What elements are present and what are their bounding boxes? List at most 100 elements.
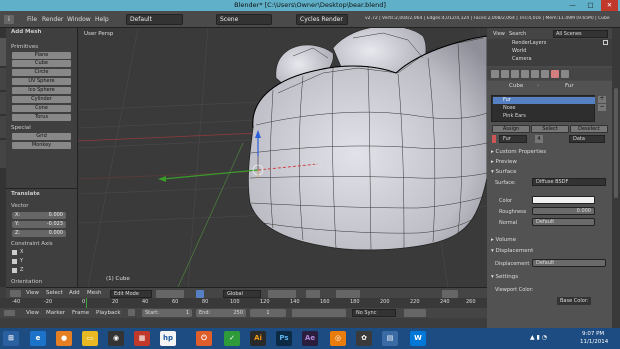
timeline-menu-playback[interactable]: Playback bbox=[96, 310, 121, 316]
vector-y-field[interactable]: Y: -0.023 bbox=[12, 221, 66, 228]
menu-window[interactable]: Window bbox=[67, 16, 91, 23]
outliner-view-menu[interactable]: View bbox=[493, 31, 505, 37]
store-icon[interactable]: ✓ bbox=[224, 331, 240, 346]
tray-icons[interactable]: ▲ ▮ ◔ bbox=[530, 334, 547, 341]
proportional-edit-icon[interactable] bbox=[306, 290, 320, 298]
minimize-button[interactable]: — bbox=[564, 0, 581, 11]
vector-z-field[interactable]: Z: 0.000 bbox=[12, 230, 66, 237]
color-swatch[interactable] bbox=[532, 196, 595, 204]
menu-render[interactable]: Render bbox=[42, 16, 63, 23]
material-slot-nose[interactable]: Nose bbox=[493, 105, 595, 112]
editor-type-icon[interactable] bbox=[10, 290, 21, 297]
scene-tab-icon[interactable] bbox=[501, 70, 509, 78]
maximize-button[interactable]: □ bbox=[582, 0, 599, 11]
preview-range-icon[interactable] bbox=[128, 309, 135, 316]
add-monkey-button[interactable]: Monkey bbox=[12, 142, 71, 149]
layout-selector[interactable]: Default bbox=[126, 14, 183, 25]
outliner-item-renderlayers[interactable]: RenderLayers bbox=[512, 40, 546, 46]
viewport-menu-mesh[interactable]: Mesh bbox=[87, 290, 101, 296]
modifiers-tab-icon[interactable] bbox=[531, 70, 539, 78]
add-cylinder-button[interactable]: Cylinder bbox=[12, 96, 71, 103]
viewport-menu-view[interactable]: View bbox=[26, 290, 39, 296]
add-cone-button[interactable]: Cone bbox=[12, 105, 71, 112]
after-effects-icon[interactable]: Ae bbox=[302, 331, 318, 346]
deselect-button[interactable]: Deselect bbox=[570, 125, 608, 133]
viewport-menu-select[interactable]: Select bbox=[46, 290, 63, 296]
section-displacement[interactable]: ▾ Displacement bbox=[491, 247, 609, 256]
add-grid-button[interactable]: Grid bbox=[12, 133, 71, 140]
viewport-canvas[interactable] bbox=[78, 28, 487, 287]
shading-selector[interactable] bbox=[156, 290, 184, 298]
onenote-icon[interactable]: W bbox=[410, 331, 426, 346]
keying-icons[interactable] bbox=[404, 309, 426, 317]
orientation-selector[interactable]: Global bbox=[223, 290, 261, 298]
info-editor-icon[interactable]: i bbox=[4, 15, 14, 24]
displacement-field[interactable]: Default bbox=[532, 259, 606, 267]
playback-controls[interactable] bbox=[292, 309, 346, 317]
outliner-display-mode[interactable]: All Scenes bbox=[553, 30, 608, 38]
outliner-search-menu[interactable]: Search bbox=[509, 31, 526, 37]
viewport-menu-add[interactable]: Add bbox=[69, 290, 80, 296]
section-custom-properties[interactable]: ▸ Custom Properties bbox=[491, 148, 609, 157]
add-circle-button[interactable]: Circle bbox=[12, 69, 71, 76]
3d-viewport[interactable]: User Persp (1) Cube bbox=[78, 28, 487, 287]
section-surface[interactable]: ▾ Surface bbox=[491, 168, 609, 177]
surface-shader-dropdown[interactable]: Diffuse BSDF bbox=[532, 178, 606, 186]
clock-time[interactable]: 9:07 PM bbox=[582, 331, 604, 337]
add-ico-sphere-button[interactable]: Ico Sphere bbox=[12, 87, 71, 94]
material-name-field[interactable]: Fur bbox=[499, 135, 527, 143]
select-mode-buttons[interactable] bbox=[268, 290, 296, 298]
current-frame-line[interactable] bbox=[86, 298, 87, 308]
add-torus-button[interactable]: Torus bbox=[12, 114, 71, 121]
snap-icon[interactable] bbox=[336, 290, 360, 298]
render-tab-icon[interactable] bbox=[491, 70, 499, 78]
axis-z-checkbox[interactable] bbox=[12, 268, 17, 273]
power-icon[interactable]: ⏻ bbox=[196, 331, 212, 346]
outliner-item-camera[interactable]: Camera bbox=[512, 56, 532, 62]
data-tab-icon[interactable] bbox=[541, 70, 549, 78]
close-button[interactable]: ✕ bbox=[601, 0, 618, 11]
section-preview[interactable]: ▸ Preview bbox=[491, 158, 609, 167]
render-engine-selector[interactable]: Cycles Render bbox=[296, 14, 348, 25]
visibility-icon[interactable] bbox=[603, 40, 608, 45]
timeline-menu-view[interactable]: View bbox=[26, 310, 39, 316]
material-slot-pink-ears[interactable]: Pink Ears bbox=[493, 113, 595, 120]
object-tab-icon[interactable] bbox=[521, 70, 529, 78]
mode-selector[interactable]: Edit Mode bbox=[110, 290, 152, 298]
outliner-item-world[interactable]: World bbox=[512, 48, 526, 54]
timeline-ruler[interactable]: -40 -20 0 20 40 60 80 100 120 140 160 18… bbox=[0, 298, 487, 308]
select-button[interactable]: Select bbox=[531, 125, 569, 133]
timeline-editor-icon[interactable] bbox=[4, 310, 15, 316]
properties-scrollbar[interactable] bbox=[612, 28, 620, 328]
texture-tab-icon[interactable] bbox=[561, 70, 569, 78]
add-uv-sphere-button[interactable]: UV Sphere bbox=[12, 78, 71, 85]
photoshop-icon[interactable]: Ps bbox=[276, 331, 292, 346]
clock-date[interactable]: 11/1/2014 bbox=[580, 339, 608, 345]
illustrator-icon[interactable]: Ai bbox=[250, 331, 266, 346]
section-volume[interactable]: ▸ Volume bbox=[491, 236, 609, 245]
timeline-menu-marker[interactable]: Marker bbox=[46, 310, 65, 316]
photo-icon[interactable]: ▦ bbox=[134, 331, 150, 346]
roughness-field[interactable]: 0.000 bbox=[532, 207, 595, 215]
world-tab-icon[interactable] bbox=[511, 70, 519, 78]
scene-selector[interactable]: Scene bbox=[216, 14, 272, 25]
ie-icon[interactable]: e bbox=[30, 331, 46, 346]
start-frame-field[interactable]: Start: 1 bbox=[142, 309, 192, 317]
timeline-menu-frame[interactable]: Frame bbox=[72, 310, 89, 316]
panel-header-add-mesh[interactable]: Add Mesh bbox=[11, 29, 41, 35]
add-slot-button[interactable]: + bbox=[598, 96, 606, 103]
hp-icon[interactable]: hp bbox=[160, 331, 176, 346]
end-frame-field[interactable]: End: 250 bbox=[196, 309, 246, 317]
app-icon[interactable]: ◉ bbox=[108, 331, 124, 346]
render-preview-icon[interactable] bbox=[442, 290, 458, 298]
vector-x-field[interactable]: X: 0.000 bbox=[12, 212, 66, 219]
add-cube-button[interactable]: Cube bbox=[12, 60, 71, 67]
assign-button[interactable]: Assign bbox=[492, 125, 530, 133]
material-tab-icon[interactable] bbox=[551, 70, 559, 78]
axis-x-checkbox[interactable] bbox=[12, 250, 17, 255]
link-data-dropdown[interactable]: Data bbox=[569, 135, 605, 143]
menu-file[interactable]: File bbox=[27, 16, 37, 23]
sync-mode-dropdown[interactable]: No Sync bbox=[352, 309, 396, 317]
add-plane-button[interactable]: Plane bbox=[12, 52, 71, 59]
manipulator-toggle-icon[interactable] bbox=[196, 290, 204, 298]
